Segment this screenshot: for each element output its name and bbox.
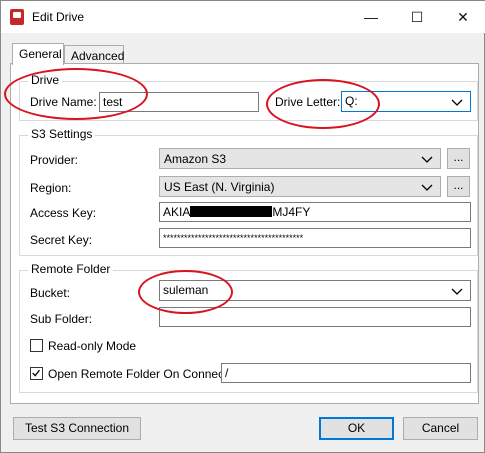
secret-key-label: Secret Key:: [30, 233, 93, 247]
tab-advanced[interactable]: Advanced: [64, 45, 124, 65]
region-value: US East (N. Virginia): [164, 180, 275, 194]
region-select[interactable]: US East (N. Virginia): [159, 176, 441, 197]
redaction-bar: [190, 206, 273, 217]
readonly-mode-checkbox[interactable]: [30, 339, 43, 352]
window-title: Edit Drive: [32, 10, 85, 24]
annotation-circle-bucket: [138, 270, 233, 314]
access-key-suffix: MJ4FY: [272, 205, 311, 219]
app-icon: [10, 9, 24, 25]
subfolder-label: Sub Folder:: [30, 312, 93, 326]
provider-browse-button[interactable]: ...: [447, 148, 470, 169]
chevron-down-icon: [451, 288, 463, 295]
maximize-icon: ☐: [410, 8, 424, 25]
provider-label: Provider:: [30, 153, 79, 167]
title-bar[interactable]: Edit Drive — ☐ ✕: [1, 1, 485, 33]
provider-select[interactable]: Amazon S3: [159, 148, 441, 169]
annotation-circle-drive-name: [4, 68, 148, 120]
edit-drive-dialog: Edit Drive — ☐ ✕ General Advanced Drive …: [0, 0, 485, 453]
region-label: Region:: [30, 181, 72, 195]
s3-settings-group-label: S3 Settings: [28, 127, 96, 141]
checkmark-icon: [32, 369, 40, 377]
provider-value: Amazon S3: [164, 152, 227, 166]
chevron-down-icon: [421, 156, 433, 163]
access-key-input[interactable]: AKIA MJ4FY: [159, 202, 471, 222]
open-on-connect-label: Open Remote Folder On Connect:: [48, 367, 231, 381]
close-icon: ✕: [457, 8, 469, 25]
readonly-mode-label: Read-only Mode: [48, 339, 137, 353]
access-key-prefix: AKIA: [163, 205, 191, 219]
annotation-circle-drive-letter: [266, 79, 380, 129]
test-s3-connection-button[interactable]: Test S3 Connection: [13, 417, 141, 440]
bucket-label: Bucket:: [30, 286, 71, 300]
ok-button[interactable]: OK: [319, 417, 394, 440]
close-button[interactable]: ✕: [440, 1, 485, 33]
minimize-button[interactable]: —: [348, 1, 394, 33]
region-browse-button[interactable]: ...: [447, 176, 470, 197]
secret-key-input[interactable]: ****************************************: [159, 228, 471, 248]
tab-general[interactable]: General: [12, 43, 64, 65]
chevron-down-icon: [451, 99, 463, 106]
access-key-label: Access Key:: [30, 206, 97, 220]
minimize-icon: —: [364, 9, 378, 25]
maximize-button[interactable]: ☐: [394, 1, 440, 33]
open-on-connect-path-input[interactable]: /: [221, 363, 471, 383]
remote-folder-group-label: Remote Folder: [28, 262, 114, 276]
cancel-button[interactable]: Cancel: [403, 417, 478, 440]
open-on-connect-checkbox[interactable]: [30, 367, 43, 380]
chevron-down-icon: [421, 184, 433, 191]
